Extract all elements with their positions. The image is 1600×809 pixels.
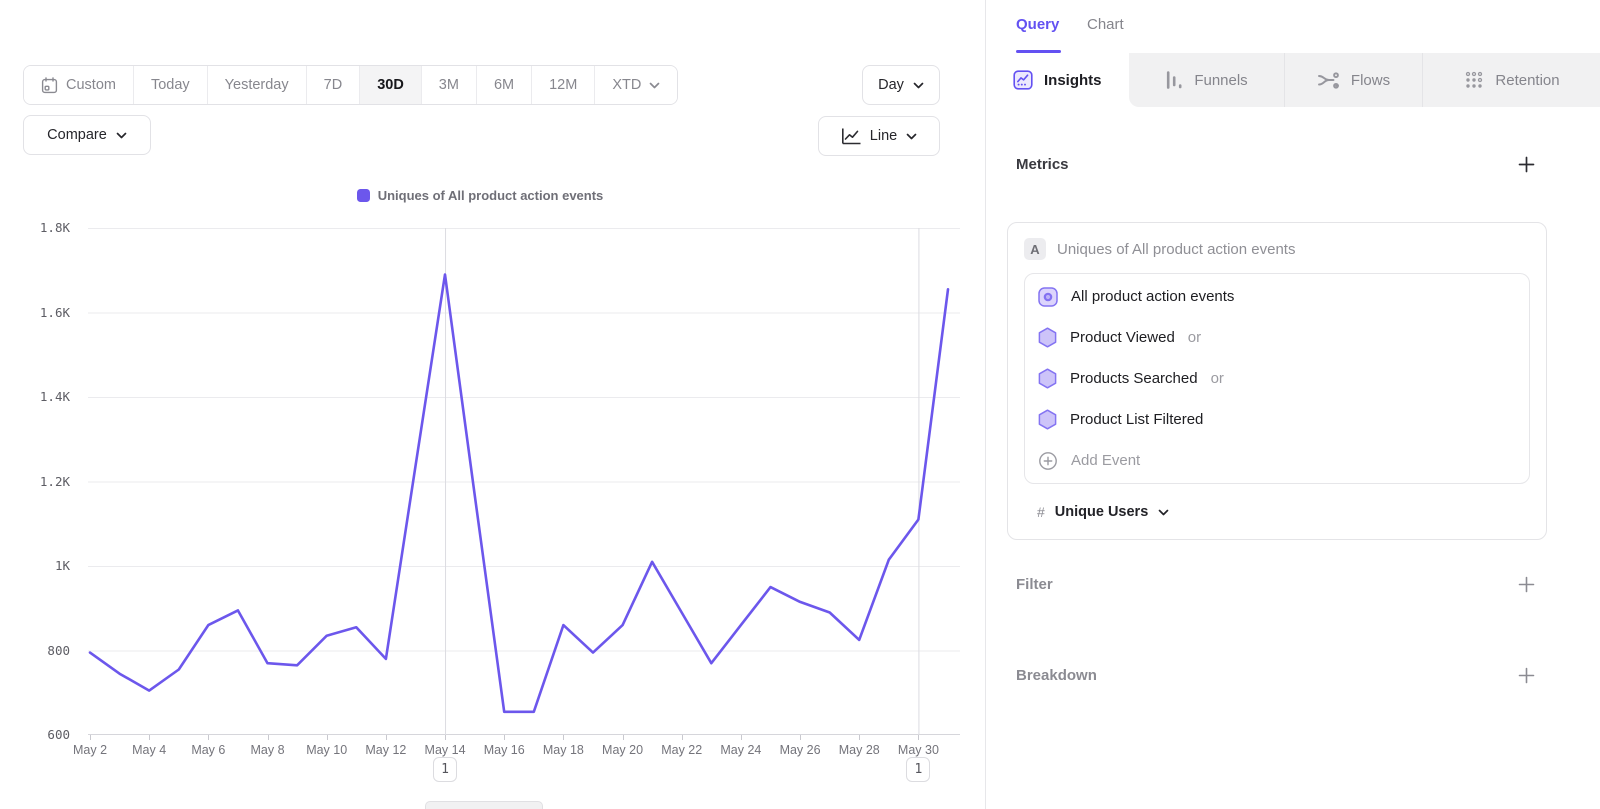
x-axis-tick — [682, 735, 683, 740]
insights-chart-icon — [1013, 70, 1033, 90]
event-list: All product action events Product Viewed o… — [1024, 273, 1530, 484]
x-axis-label: May 16 — [484, 743, 525, 757]
add-metric-button[interactable] — [1517, 156, 1535, 174]
x-axis-tick — [208, 735, 209, 740]
annotation-badge[interactable]: 1 — [433, 757, 457, 782]
event-name: Product Viewed — [1070, 329, 1175, 346]
event-hexagon-icon — [1038, 409, 1057, 430]
event-hexagon-icon — [1038, 368, 1057, 389]
y-axis-label: 1.6K — [0, 305, 70, 321]
measure-dropdown[interactable]: # Unique Users — [1024, 499, 1530, 525]
tab-insights[interactable]: Insights — [986, 53, 1129, 107]
metric-letter-badge: A — [1024, 238, 1046, 260]
retention-dots-icon — [1464, 70, 1484, 90]
metric-title[interactable]: Uniques of All product action events — [1057, 241, 1295, 258]
query-builder-panel: Query Chart InsightsFunnelsFlowsRetentio… — [985, 0, 1600, 809]
x-axis-tick — [623, 735, 624, 740]
event-or-suffix: or — [1188, 329, 1201, 346]
y-axis-label: 1.4K — [0, 389, 70, 405]
x-axis-label: May 2 — [73, 743, 107, 757]
x-axis-tick — [800, 735, 801, 740]
x-axis-tick — [149, 735, 150, 740]
flows-icon — [1317, 71, 1340, 90]
x-axis-label: May 26 — [780, 743, 821, 757]
add-breakdown-button[interactable] — [1517, 667, 1535, 685]
x-axis-label: May 30 — [898, 743, 939, 757]
number-hash-icon: # — [1037, 504, 1045, 520]
x-axis-label: May 20 — [602, 743, 643, 757]
x-axis-tick — [859, 735, 860, 740]
y-axis-label: 1.8K — [0, 220, 70, 236]
tab-flows[interactable]: Flows — [1284, 53, 1422, 107]
event-row[interactable]: Products Searched or — [1025, 358, 1529, 399]
add-filter-button[interactable] — [1517, 576, 1535, 594]
x-axis-label: May 24 — [720, 743, 761, 757]
breakdown-section-heading: Breakdown — [1016, 667, 1097, 684]
x-axis-tick — [918, 735, 919, 740]
event-name: All product action events — [1071, 288, 1234, 305]
y-axis-label: 800 — [0, 643, 70, 659]
event-row[interactable]: Product Viewed or — [1025, 317, 1529, 358]
y-axis-label: 1.2K — [0, 474, 70, 490]
view-tab-bar: Query Chart — [986, 0, 1600, 53]
add-circle-icon — [1038, 451, 1058, 471]
x-axis-tick — [504, 735, 505, 740]
x-axis-label: May 10 — [306, 743, 347, 757]
x-axis-tick — [386, 735, 387, 740]
tab-retention[interactable]: Retention — [1422, 53, 1600, 107]
event-row[interactable]: All product action events — [1025, 276, 1529, 317]
event-name: Product List Filtered — [1070, 411, 1203, 428]
x-axis-tick — [268, 735, 269, 740]
x-axis-label: May 28 — [839, 743, 880, 757]
report-type-tab-bar: InsightsFunnelsFlowsRetention — [986, 53, 1600, 107]
metric-card-header: A Uniques of All product action events — [1024, 238, 1530, 260]
event-hexagon-icon — [1038, 327, 1057, 348]
x-axis-tick — [445, 735, 446, 740]
x-axis-label: May 4 — [132, 743, 166, 757]
x-axis-label: May 18 — [543, 743, 584, 757]
tab-query[interactable]: Query — [1016, 0, 1059, 50]
x-axis-label: May 22 — [661, 743, 702, 757]
chevron-down-icon — [1158, 503, 1169, 521]
x-axis-label: May 14 — [425, 743, 466, 757]
x-axis-label: May 8 — [250, 743, 284, 757]
chart-workspace: CustomTodayYesterday7D30D3M6M12MXTD Day … — [0, 0, 985, 809]
chart-plot[interactable] — [88, 228, 960, 735]
x-axis-tick — [327, 735, 328, 740]
y-axis-label: 1K — [0, 558, 70, 574]
event-row[interactable]: Product List Filtered — [1025, 399, 1529, 440]
metric-card: A Uniques of All product action events A… — [1007, 222, 1547, 540]
event-name: Products Searched — [1070, 370, 1198, 387]
metrics-heading: Metrics — [1016, 156, 1069, 173]
x-axis-tick — [741, 735, 742, 740]
filter-section-heading: Filter — [1016, 576, 1053, 593]
x-axis-label: May 12 — [365, 743, 406, 757]
x-axis-tick — [563, 735, 564, 740]
y-axis-label: 600 — [0, 727, 70, 743]
measure-label: Unique Users — [1055, 504, 1148, 520]
all-events-icon — [1038, 287, 1058, 307]
tab-funnels[interactable]: Funnels — [1129, 53, 1284, 107]
x-axis-tick — [90, 735, 91, 740]
tab-chart[interactable]: Chart — [1087, 0, 1124, 50]
annotation-badge[interactable]: 1 — [906, 757, 930, 782]
funnel-bars-icon — [1165, 70, 1183, 90]
x-axis-label: May 6 — [191, 743, 225, 757]
event-or-suffix: or — [1211, 370, 1224, 387]
chart-area: 1.8K 1.6K 1.4K 1.2K 1K 800 600May 2 May 4 May 6 M… — [0, 0, 985, 809]
add-event-button[interactable]: Add Event — [1025, 440, 1529, 481]
partial-tooltip — [425, 801, 543, 809]
